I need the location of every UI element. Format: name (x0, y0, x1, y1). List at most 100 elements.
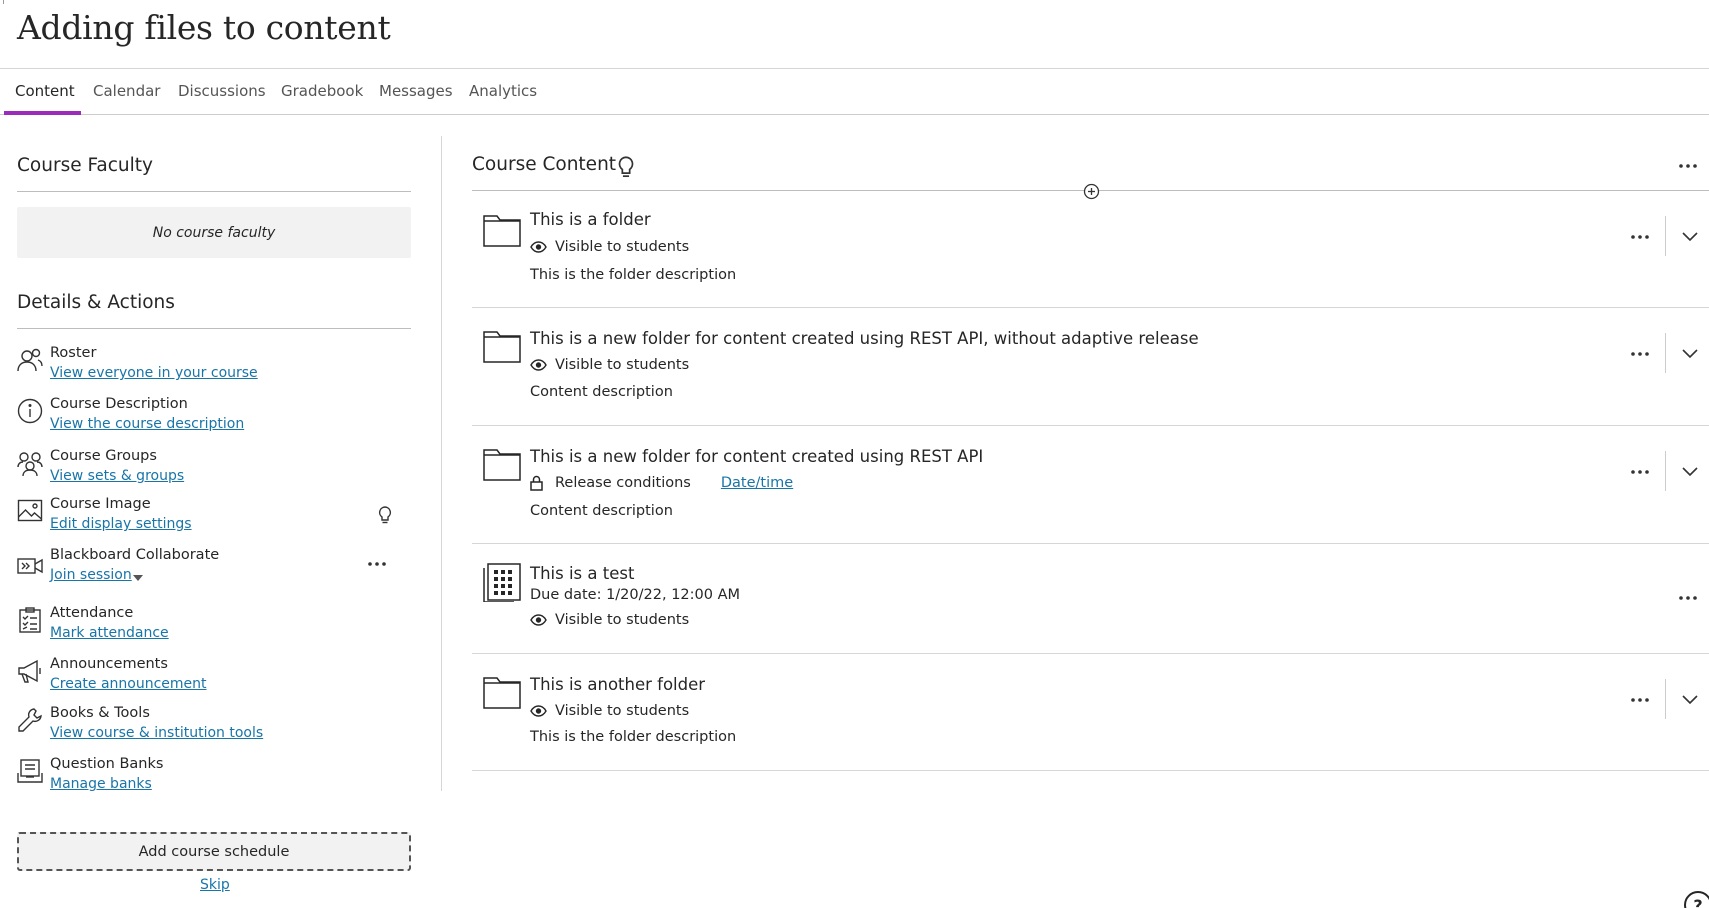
folder-icon (482, 212, 522, 248)
content-item-title[interactable]: This is a test (530, 564, 634, 583)
join-session-dropdown-icon[interactable] (133, 575, 143, 581)
roster-icon (17, 347, 43, 373)
item-more-icon[interactable] (1628, 226, 1652, 248)
collaborate-action: Blackboard Collaborate Join session (17, 547, 417, 591)
collaborate-label: Blackboard Collaborate (50, 547, 220, 563)
release-conditions[interactable]: Release conditions Date/time (530, 475, 793, 491)
visibility-label: Visible to students (555, 239, 690, 255)
course-description-link[interactable]: View the course description (50, 416, 244, 432)
content-item: This is a test Due date: 1/20/22, 12:00 … (472, 544, 1709, 654)
roster-link[interactable]: View everyone in your course (50, 365, 258, 381)
column-divider (441, 136, 442, 791)
course-content-heading: Course Content (472, 154, 617, 175)
attendance-link[interactable]: Mark attendance (50, 625, 169, 641)
visibility-status[interactable]: Visible to students (530, 703, 689, 719)
folder-icon (482, 328, 522, 364)
tab-discussions[interactable]: Discussions (178, 81, 266, 115)
attendance-action: Attendance Mark attendance (17, 605, 417, 649)
chevron-down-icon[interactable] (1678, 688, 1702, 712)
page-title: Adding files to content (17, 8, 391, 47)
content-item: This is a new folder for content created… (472, 426, 1709, 544)
tab-content[interactable]: Content (15, 81, 75, 115)
chevron-down-icon[interactable] (1678, 225, 1702, 249)
collaborate-more-icon[interactable] (365, 553, 389, 575)
add-content-icon[interactable] (1083, 183, 1100, 200)
faculty-divider (17, 191, 411, 192)
course-tabs: Content Calendar Discussions Gradebook M… (0, 69, 1709, 115)
item-separator (1665, 451, 1666, 491)
course-description-label: Course Description (50, 396, 188, 412)
course-faculty-heading: Course Faculty (17, 155, 153, 176)
course-groups-link[interactable]: View sets & groups (50, 468, 184, 484)
item-separator (1665, 679, 1666, 719)
video-icon (17, 553, 43, 579)
course-groups-action: Course Groups View sets & groups (17, 448, 417, 492)
add-course-schedule-button[interactable]: Add course schedule (17, 832, 411, 871)
details-divider (17, 328, 411, 329)
books-tools-link[interactable]: View course & institution tools (50, 725, 263, 741)
course-image-link[interactable]: Edit display settings (50, 516, 192, 532)
visibility-status[interactable]: Visible to students (530, 357, 689, 373)
course-groups-label: Course Groups (50, 448, 157, 464)
course-content-more-icon[interactable] (1676, 155, 1700, 177)
item-more-icon[interactable] (1676, 587, 1700, 609)
lightbulb-icon[interactable] (373, 504, 397, 526)
visibility-label: Visible to students (555, 612, 690, 628)
skip-link[interactable]: Skip (200, 877, 230, 893)
help-button[interactable]: ? (1684, 891, 1709, 908)
content-item-description: Content description (530, 384, 673, 400)
content-item-description: Content description (530, 503, 673, 519)
item-more-icon[interactable] (1628, 461, 1652, 483)
info-icon (17, 398, 43, 424)
tab-calendar[interactable]: Calendar (93, 81, 160, 115)
content-item: This is a folder Visible to students Thi… (472, 200, 1709, 308)
announcements-link[interactable]: Create announcement (50, 676, 207, 692)
tab-messages[interactable]: Messages (379, 81, 453, 115)
content-item: This is a new folder for content created… (472, 308, 1709, 426)
attendance-icon (17, 607, 43, 633)
item-more-icon[interactable] (1628, 689, 1652, 711)
folder-icon (482, 446, 522, 482)
wrench-icon (17, 707, 43, 733)
content-item-title[interactable]: This is a folder (530, 210, 651, 229)
question-banks-link[interactable]: Manage banks (50, 776, 152, 792)
visibility-label: Visible to students (555, 703, 690, 719)
eye-icon (530, 614, 547, 626)
chevron-down-icon[interactable] (1678, 460, 1702, 484)
visibility-status[interactable]: Visible to students (530, 239, 689, 255)
books-tools-label: Books & Tools (50, 705, 150, 721)
megaphone-icon (17, 658, 43, 684)
active-tab-indicator (4, 111, 81, 115)
eye-icon (530, 705, 547, 717)
item-more-icon[interactable] (1628, 343, 1652, 365)
release-date-link[interactable]: Date/time (721, 475, 793, 491)
roster-action: Roster View everyone in your course (17, 345, 417, 389)
content-item-title[interactable]: This is another folder (530, 675, 705, 694)
due-date: Due date: 1/20/22, 12:00 AM (530, 587, 741, 603)
tab-gradebook[interactable]: Gradebook (281, 81, 363, 115)
lightbulb-icon[interactable] (617, 156, 635, 178)
groups-icon (17, 450, 43, 477)
join-session-link[interactable]: Join session (50, 567, 132, 583)
content-item-title[interactable]: This is a new folder for content created… (530, 329, 1199, 348)
visibility-label: Visible to students (555, 357, 690, 373)
course-description-action: Course Description View the course descr… (17, 396, 417, 440)
content-item: This is another folder Visible to studen… (472, 654, 1709, 771)
folder-icon (482, 674, 522, 710)
books-tools-action: Books & Tools View course & institution … (17, 705, 417, 749)
attendance-label: Attendance (50, 605, 134, 621)
roster-label: Roster (50, 345, 97, 361)
corner-mark (0, 0, 4, 4)
no-faculty-message: No course faculty (17, 207, 411, 258)
question-banks-label: Question Banks (50, 756, 164, 772)
course-image-label: Course Image (50, 496, 151, 512)
tab-analytics[interactable]: Analytics (469, 81, 537, 115)
content-item-description: This is the folder description (530, 729, 737, 745)
lock-icon (530, 475, 543, 491)
chevron-down-icon[interactable] (1678, 342, 1702, 366)
visibility-status[interactable]: Visible to students (530, 612, 689, 628)
content-item-title[interactable]: This is a new folder for content created… (530, 447, 983, 466)
question-banks-action: Question Banks Manage banks (17, 756, 417, 800)
eye-icon (530, 241, 547, 253)
question-bank-icon (17, 758, 43, 784)
